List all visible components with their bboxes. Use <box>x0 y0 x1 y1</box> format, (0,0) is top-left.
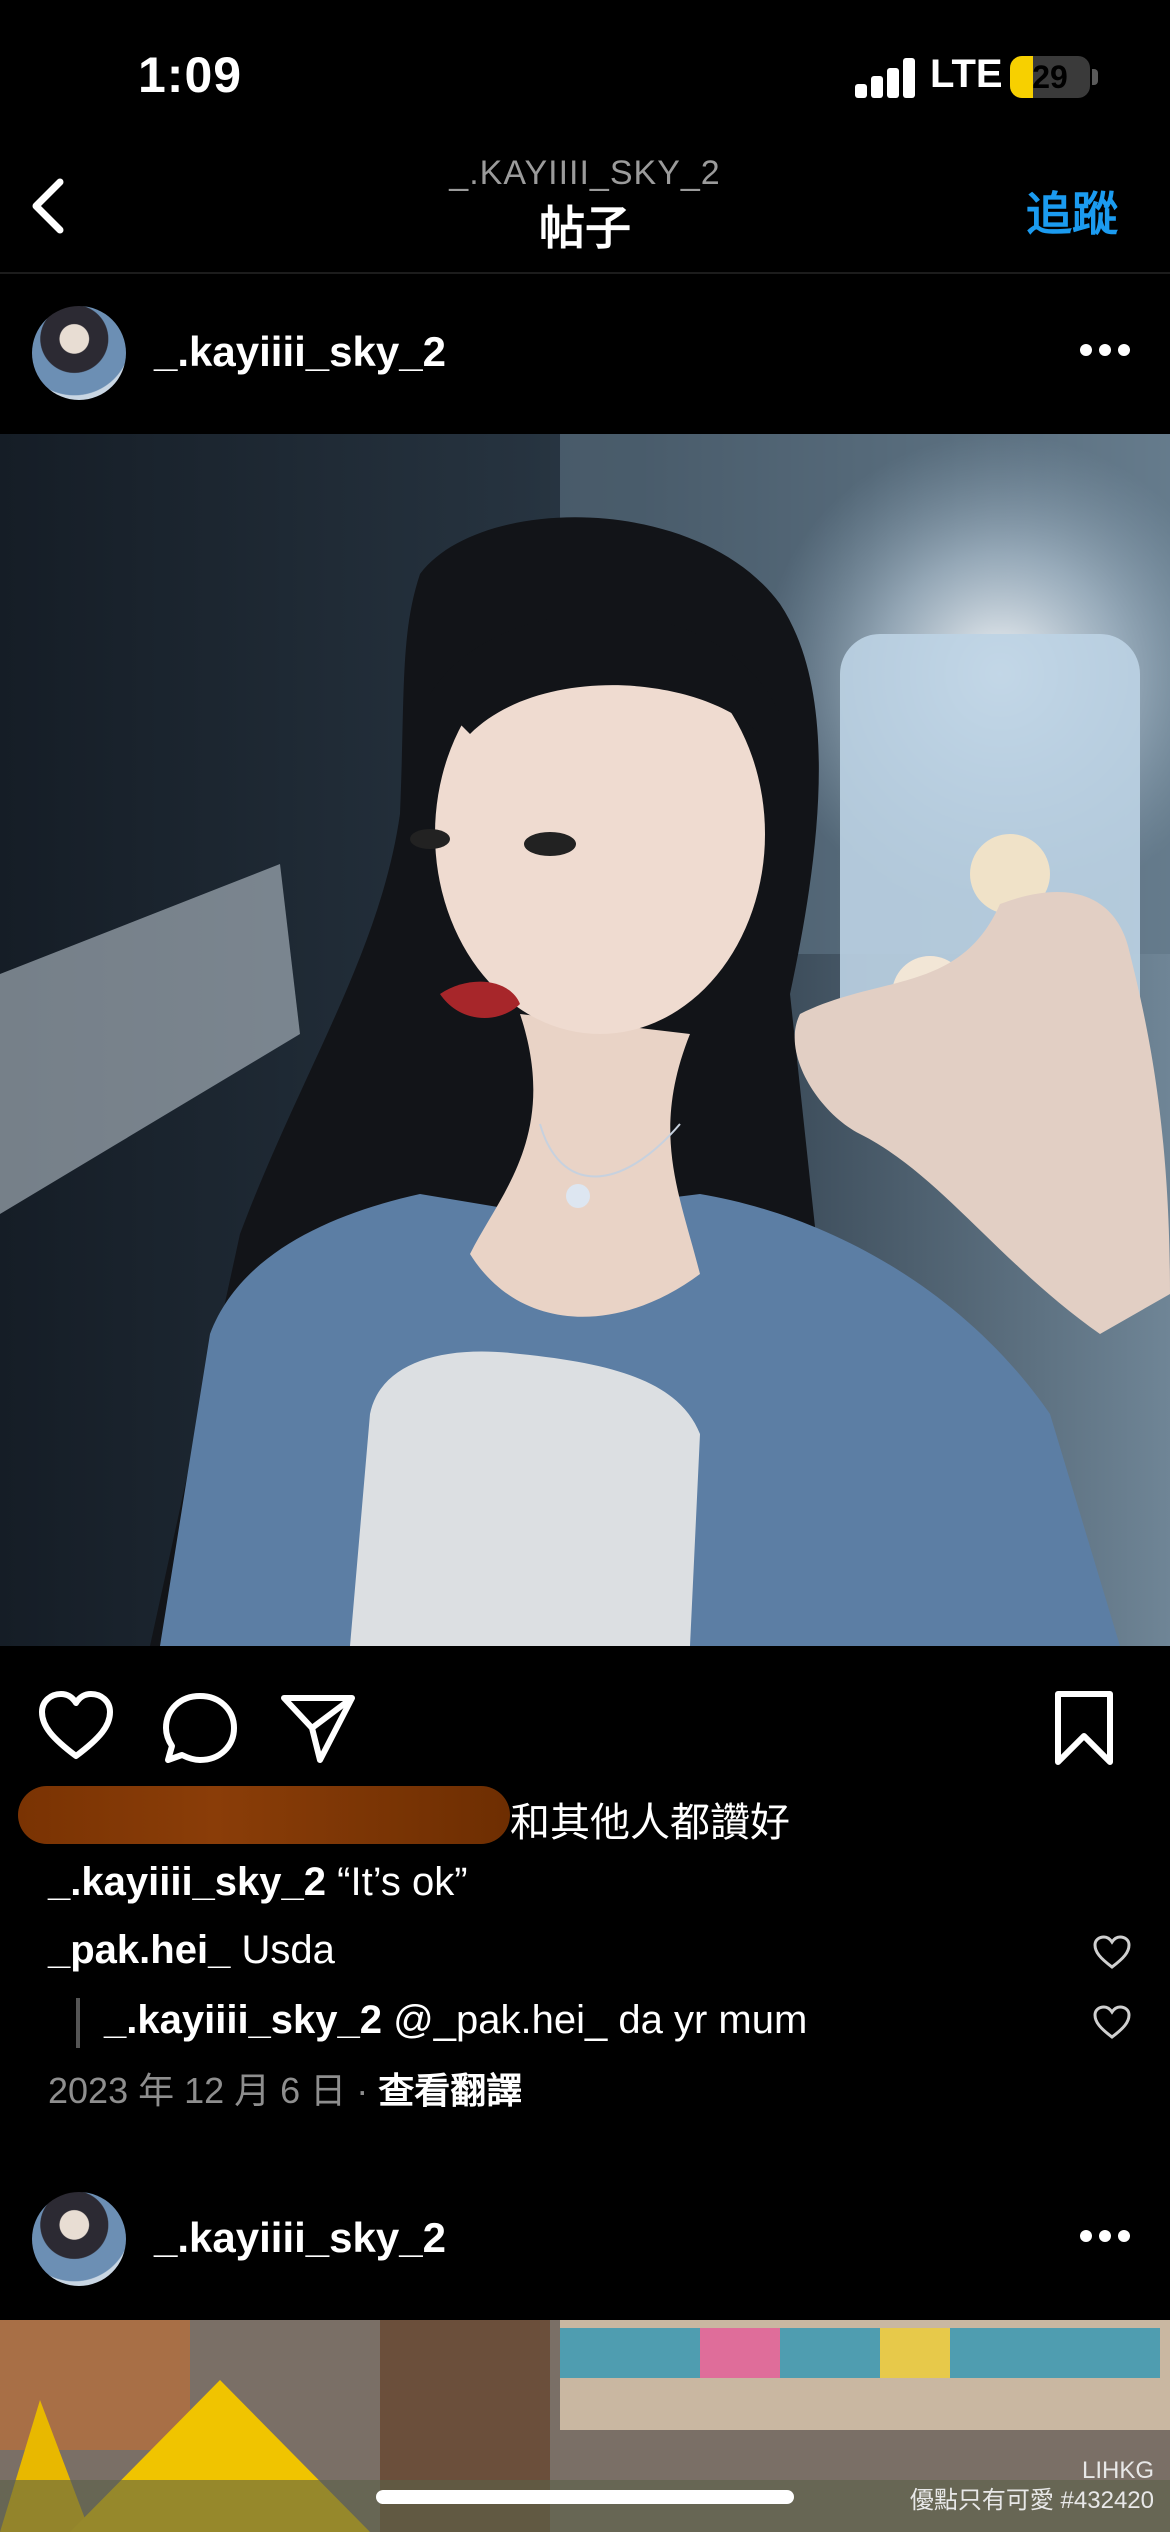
bookmark-icon[interactable] <box>1044 1688 1124 1768</box>
reply-username[interactable]: _.kayiiii_sky_2 <box>104 1998 382 2042</box>
caption-username[interactable]: _.kayiiii_sky_2 <box>48 1860 326 1904</box>
watermark-line1: LIHKG <box>1081 2457 1154 2484</box>
ellipsis-icon[interactable] <box>1080 2230 1130 2244</box>
photo-illustration <box>0 434 1170 1646</box>
home-indicator[interactable] <box>376 2490 794 2504</box>
comment-text: Usda <box>241 1928 335 1972</box>
post-header: _.kayiiii_sky_2 <box>0 274 1170 434</box>
comment-bubble-icon[interactable] <box>160 1688 240 1768</box>
reply-like-heart-icon[interactable] <box>1092 2004 1132 2040</box>
post-actions <box>0 1646 1170 1786</box>
avatar[interactable] <box>32 2192 126 2286</box>
likes-row[interactable]: 和其他人都讚好 <box>18 1786 1138 1846</box>
next-post-header: _.kayiiii_sky_2 <box>0 2160 1170 2320</box>
likes-text: 和其他人都讚好 <box>510 1801 790 1845</box>
status-bar: 1:09 LTE 29 <box>0 0 1170 140</box>
caption: _.kayiiii_sky_2 “It’s ok” <box>48 1860 468 1905</box>
battery-percent: 29 <box>1032 59 1068 95</box>
caption-text: “It’s ok” <box>337 1860 468 1904</box>
redacted-likes-names <box>18 1786 510 1844</box>
watermark: LIHKG 優點只有可愛 #432420 <box>910 2456 1154 2516</box>
network-type: LTE <box>930 52 1003 96</box>
next-post-username[interactable]: _.kayiiii_sky_2 <box>154 2214 446 2262</box>
page-title: 帖子 <box>539 202 631 254</box>
follow-button[interactable]: 追蹤 <box>1026 178 1118 244</box>
paper-plane-icon[interactable] <box>278 1688 358 1768</box>
date-separator: · <box>356 2070 369 2111</box>
ellipsis-icon[interactable] <box>1080 344 1130 358</box>
comment-like-heart-icon[interactable] <box>1092 1934 1132 1970</box>
post-date-row: 2023 年 12 月 6 日 · 查看翻譯 <box>48 2062 522 2114</box>
post-photo[interactable] <box>0 434 1170 1646</box>
comment-username[interactable]: _pak.hei_ <box>48 1928 230 1972</box>
reply-indent-line <box>76 1998 80 2048</box>
see-translation-link[interactable]: 查看翻譯 <box>378 2070 522 2111</box>
reply-text: @_pak.hei_ da yr mum <box>393 1998 808 2042</box>
signal-strength-icon <box>855 58 917 98</box>
header-username: _.KAYIIII_SKY_2 <box>449 154 721 192</box>
post-date: 2023 年 12 月 6 日 <box>48 2070 347 2111</box>
heart-icon[interactable] <box>36 1688 116 1768</box>
battery-icon: 29 <box>1010 56 1090 98</box>
avatar[interactable] <box>32 306 126 400</box>
watermark-line2: 優點只有可愛 #432420 <box>909 2487 1154 2514</box>
reply-row: _.kayiiii_sky_2 @_pak.hei_ da yr mum <box>104 1998 807 2043</box>
battery-nub <box>1092 69 1098 85</box>
comment-row: _pak.hei_ Usda <box>48 1928 335 1973</box>
nav-header: _.KAYIIII_SKY_2 帖子 追蹤 <box>0 140 1170 274</box>
post-username[interactable]: _.kayiiii_sky_2 <box>154 328 446 376</box>
status-time: 1:09 <box>138 47 243 103</box>
